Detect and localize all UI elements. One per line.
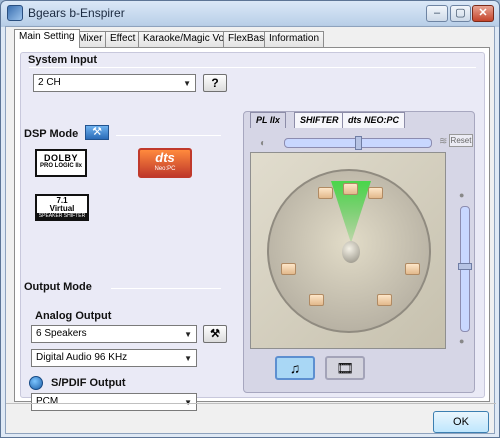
audio-format-select[interactable]: Digital Audio 96 KHz ▼ (31, 349, 197, 367)
window-title: Bgears b-Enspirer (28, 6, 125, 20)
width-slider-thumb[interactable] (355, 136, 362, 150)
level-slider[interactable] (458, 206, 472, 332)
level-slider-thumb[interactable] (458, 263, 472, 270)
width-slider[interactable] (284, 136, 432, 150)
client-area: Main Setting Mixer Effect Karaoke/Magic … (5, 26, 496, 434)
maximize-button[interactable]: ▢ (450, 5, 471, 22)
spdif-select[interactable]: PCM ▼ (31, 393, 197, 411)
tab-shifter[interactable]: SHIFTER (294, 112, 345, 128)
divider (29, 67, 476, 68)
chevron-down-icon: ▼ (184, 330, 192, 339)
movie-mode-button[interactable]: 🎞 (325, 356, 365, 380)
spdif-value: PCM (36, 396, 59, 407)
virtual-speaker-shifter-button[interactable]: 7.1 Virtual SPEAKER SHIFTER (35, 194, 89, 221)
divider (6, 403, 496, 404)
tab-pl-iix[interactable]: PL IIx (250, 112, 286, 128)
chevron-down-icon: ▼ (183, 79, 191, 88)
app-icon (7, 5, 23, 21)
speaker-front-left[interactable] (318, 187, 333, 199)
volume-down-icon: ● (459, 336, 465, 346)
speaker-back-left[interactable] (309, 294, 324, 306)
settings-inner-panel: System Input 2 CH ▼ ? DSP Mode ⚒ DOLBY P… (20, 52, 485, 411)
divider (116, 135, 221, 136)
spdif-toggle-icon[interactable] (29, 376, 43, 390)
analog-output-heading: Analog Output (35, 310, 112, 322)
wrench-icon[interactable]: ⚒ (85, 125, 109, 140)
volume-up-icon: ● (459, 190, 465, 200)
speaker-front-right[interactable] (368, 187, 383, 199)
speaker-shifter-text: SPEAKER SHIFTER (37, 213, 87, 220)
tab-information[interactable]: Information (264, 31, 325, 47)
tab-main-setting[interactable]: Main Setting (14, 29, 80, 48)
tab-dts-neo-pc[interactable]: dts NEO:PC (342, 112, 406, 128)
system-input-heading: System Input (28, 54, 98, 66)
speaker-settings-button[interactable]: ⚒ (203, 325, 227, 343)
wide-icon: ≋ (439, 136, 448, 147)
room-circle (267, 169, 431, 333)
tab-effect[interactable]: Effect (105, 31, 141, 47)
dts-logo-text: dts (155, 150, 175, 165)
divider (111, 288, 221, 289)
spdif-output-heading: S/PDIF Output (51, 377, 126, 389)
help-button[interactable]: ? (203, 74, 227, 92)
speakers-select[interactable]: 6 Speakers ▼ (31, 325, 197, 343)
system-input-value: 2 CH (38, 77, 61, 88)
main-setting-panel: System Input 2 CH ▼ ? DSP Mode ⚒ DOLBY P… (14, 47, 490, 411)
dsp-mode-heading: DSP Mode (24, 128, 79, 140)
music-mode-button[interactable]: ♫ (275, 356, 315, 380)
dts-neo-pc-button[interactable]: dts Neo:PC (138, 148, 192, 178)
narrow-icon: ◐ (260, 138, 267, 149)
ok-button[interactable]: OK (433, 411, 489, 433)
speaker-surround-left[interactable] (281, 263, 296, 275)
dts-sub-text: Neo:PC (154, 166, 176, 172)
app-window: Bgears b-Enspirer – ▢ ✕ Main Setting Mix… (0, 0, 500, 438)
speakers-value: 6 Speakers (36, 328, 87, 339)
output-mode-heading: Output Mode (24, 281, 92, 293)
system-input-select[interactable]: 2 CH ▼ (33, 74, 196, 92)
dolby-sub-text: PRO LOGIC IIx (39, 163, 82, 169)
surround-visualizer: PL IIx SHIFTER dts NEO:PC ◐ ≋ Reset ● ● … (243, 111, 475, 393)
reset-button[interactable]: Reset (449, 134, 473, 147)
speaker-stage (250, 152, 446, 349)
chevron-down-icon: ▼ (184, 354, 192, 363)
speaker-back-right[interactable] (377, 294, 392, 306)
dolby-logo-text: DOLBY (44, 153, 78, 163)
listener-head (342, 241, 360, 263)
speaker-center[interactable] (343, 183, 358, 195)
dolby-pro-logic-button[interactable]: DOLBY PRO LOGIC IIx (35, 149, 87, 177)
audio-format-value: Digital Audio 96 KHz (36, 352, 128, 363)
close-button[interactable]: ✕ (472, 5, 494, 22)
title-bar: Bgears b-Enspirer – ▢ ✕ (1, 1, 499, 25)
minimize-button[interactable]: – (426, 5, 448, 22)
speaker-surround-right[interactable] (405, 263, 420, 275)
virtual-text: Virtual (49, 204, 75, 213)
